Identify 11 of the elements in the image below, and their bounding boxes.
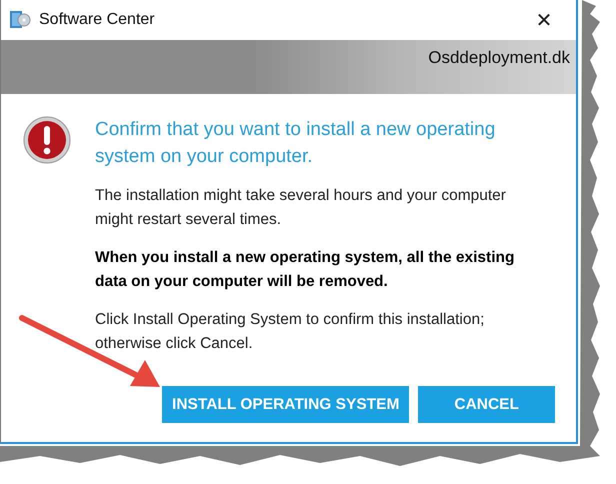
message-text: The installation might take several hours and your computer might restart several times.: [95, 186, 507, 230]
cancel-button[interactable]: CANCEL: [418, 386, 555, 423]
error-icon: [23, 116, 71, 164]
window-title: Software Center: [39, 11, 156, 29]
message-text: Click Install Operating System to confirm this installation; otherwise click Cancel.: [95, 310, 486, 354]
close-button[interactable]: ✕: [524, 2, 564, 38]
banner-text: Osddeployment.dk: [428, 48, 570, 69]
install-button[interactable]: INSTALL OPERATING SYSTEM: [162, 386, 410, 423]
dialog-heading: Confirm that you want to install a new operating system on your computer.: [95, 118, 496, 169]
software-box-icon: [9, 9, 31, 31]
warning-text: When you install a new operating system, all the existing data on your computer will be removed.: [95, 248, 516, 292]
